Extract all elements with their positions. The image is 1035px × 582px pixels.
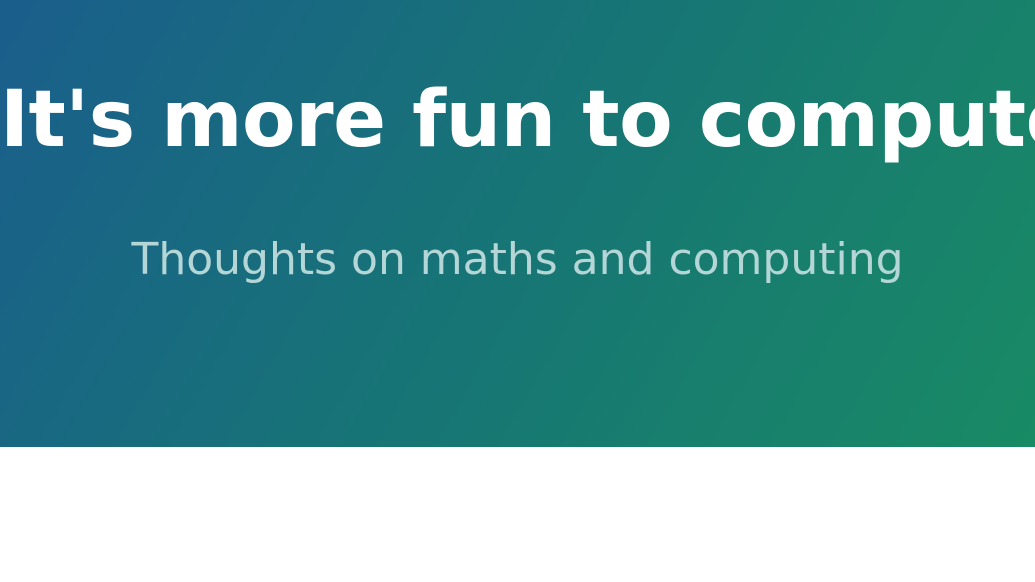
site-title: It's more fun to compute [0, 75, 1035, 165]
main-content [0, 447, 1035, 582]
site-header: It's more fun to compute Thoughts on mat… [0, 0, 1035, 447]
site-subtitle: Thoughts on maths and computing [131, 234, 904, 285]
